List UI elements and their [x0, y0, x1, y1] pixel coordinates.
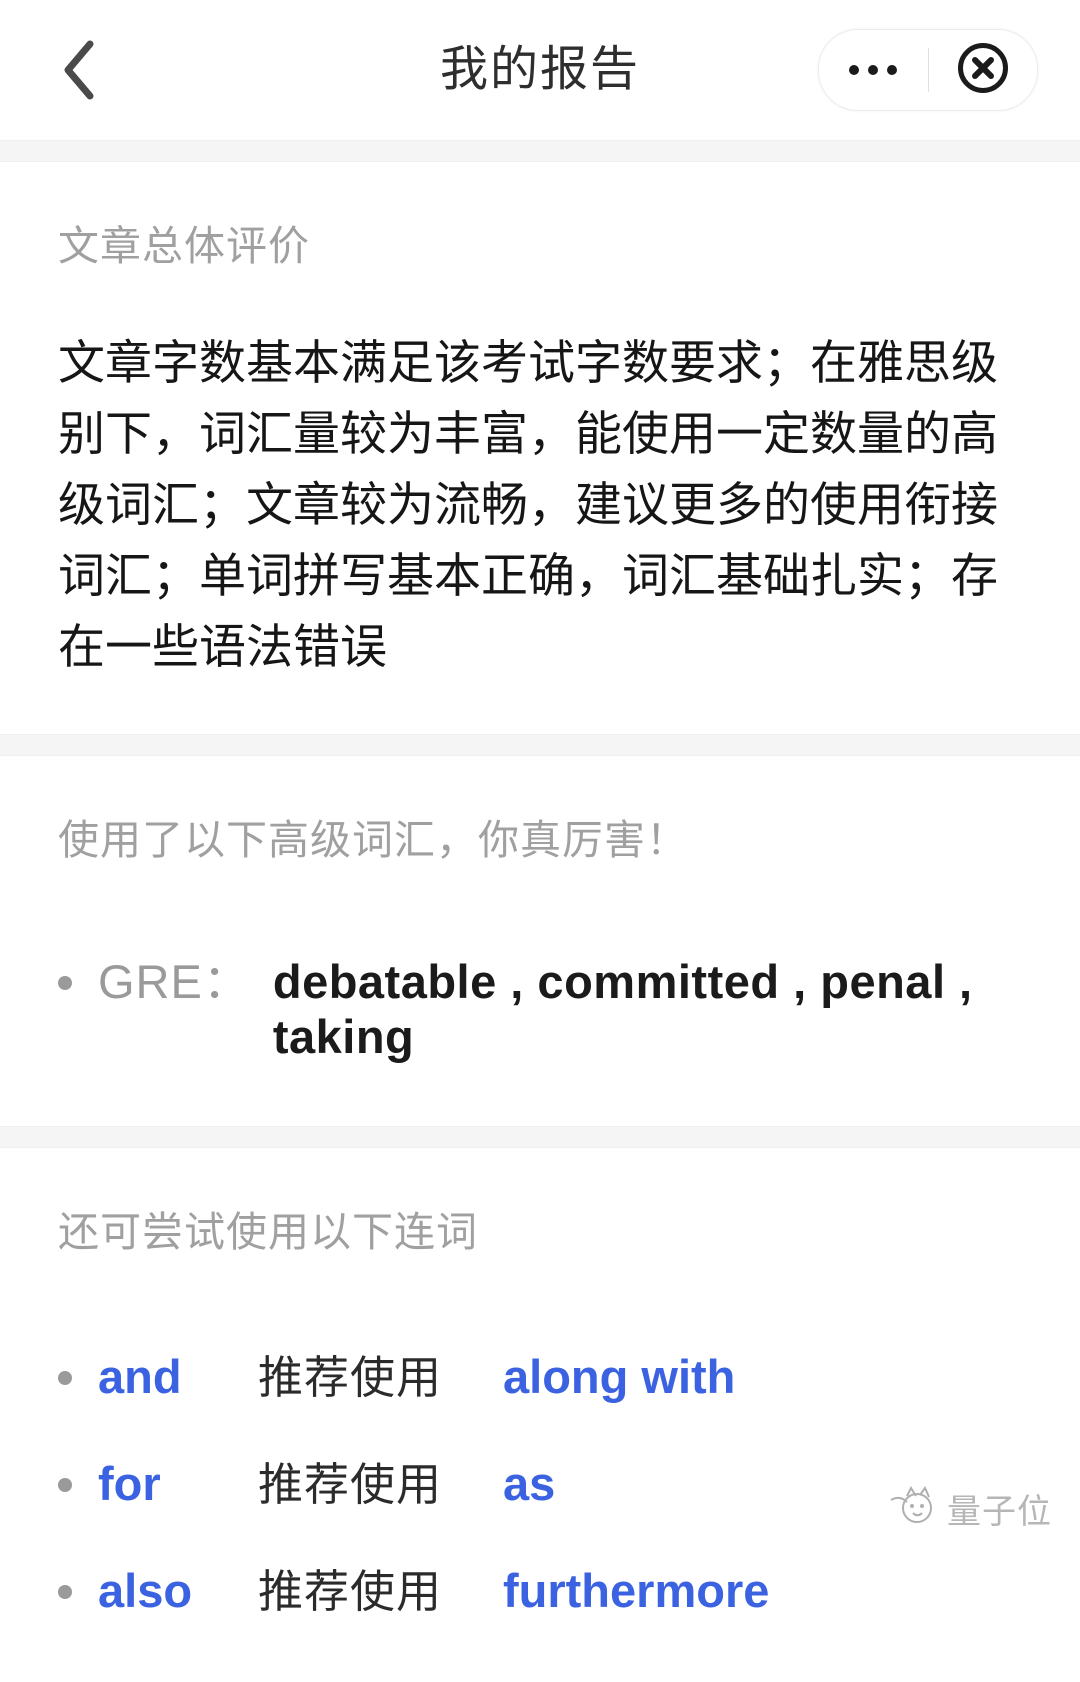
section-divider — [0, 1126, 1080, 1148]
conjunction-suggestion[interactable]: along with — [503, 1349, 735, 1404]
vocabulary-words: debatable , committed , penal , taking — [272, 955, 973, 1063]
section-divider — [0, 140, 1080, 162]
mascot-icon — [887, 1484, 939, 1533]
conjunction-original[interactable]: also — [98, 1563, 258, 1618]
conjunction-original[interactable]: and — [98, 1349, 258, 1404]
bullet-icon — [58, 1464, 98, 1498]
wechat-capsule — [818, 29, 1038, 111]
watermark-text: 量子位 — [947, 1493, 1052, 1531]
conjunctions-section: 还可尝试使用以下连词 and 推荐使用 along with for 推荐使用 … — [0, 1148, 1080, 1682]
advanced-vocabulary-heading: 使用了以下高级词汇，你真厉害！ — [58, 817, 688, 863]
more-dots-icon — [849, 65, 898, 75]
navigation-bar: 我的报告 — [0, 0, 1080, 140]
conjunction-suggestion[interactable]: furthermore — [503, 1563, 769, 1618]
list-item: for 推荐使用 as — [58, 1448, 1022, 1513]
conjunction-hint: 推荐使用 — [258, 1459, 443, 1510]
bullet-icon — [58, 962, 98, 996]
bullet-icon — [58, 1357, 98, 1391]
conjunction-hint: 推荐使用 — [258, 1566, 443, 1617]
advanced-vocabulary-section: 使用了以下高级词汇，你真厉害！ GRE： debatable , committ… — [0, 756, 1080, 1126]
overall-evaluation-body: 文章字数基本满足该考试字数要求；在雅思级别下，词汇量较为丰富，能使用一定数量的高… — [58, 336, 998, 673]
conjunctions-heading: 还可尝试使用以下连词 — [58, 1209, 478, 1255]
vocabulary-level-label: GRE： — [98, 955, 251, 1008]
close-circle-icon — [956, 41, 1010, 100]
section-divider — [0, 734, 1080, 756]
overall-evaluation-heading: 文章总体评价 — [58, 223, 310, 269]
overall-evaluation-section: 文章总体评价 文章字数基本满足该考试字数要求；在雅思级别下，词汇量较为丰富，能使… — [0, 162, 1080, 734]
conjunction-original[interactable]: for — [98, 1456, 258, 1511]
bullet-icon — [58, 1571, 98, 1605]
watermark: 量子位 — [887, 1484, 1052, 1533]
list-item: also 推荐使用 furthermore — [58, 1555, 1022, 1620]
conjunction-suggestion[interactable]: as — [503, 1456, 555, 1511]
more-menu-button[interactable] — [819, 30, 928, 110]
list-item: GRE： debatable , committed , penal , tak… — [58, 943, 1022, 1064]
close-button[interactable] — [929, 30, 1038, 110]
list-item: and 推荐使用 along with — [58, 1341, 1022, 1406]
conjunction-hint: 推荐使用 — [258, 1352, 443, 1403]
